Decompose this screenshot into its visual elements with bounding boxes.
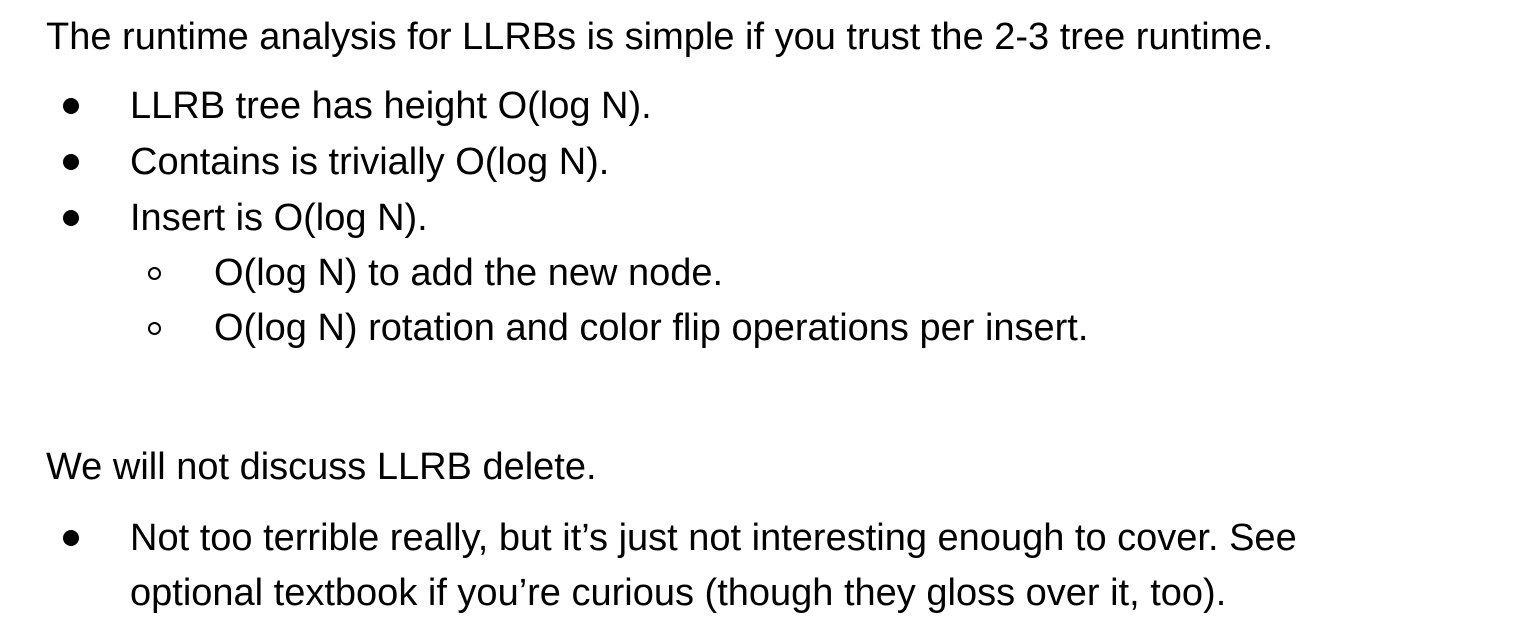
sub-bullet-item-add-node: O(log N) to add the new node. <box>214 252 724 294</box>
bullet-icon <box>63 154 79 170</box>
delete-paragraph: We will not discuss LLRB delete. <box>46 446 597 488</box>
bullet-item-contains: Contains is trivially O(log N). <box>130 141 610 183</box>
sub-bullet-item-rotation: O(log N) rotation and color flip operati… <box>214 307 1089 349</box>
sub-bullet-icon <box>148 267 161 280</box>
bullet-item-height: LLRB tree has height O(log N). <box>130 85 652 127</box>
slide: The runtime analysis for LLRBs is simple… <box>0 0 1532 634</box>
sub-bullet-icon <box>148 322 161 335</box>
intro-paragraph: The runtime analysis for LLRBs is simple… <box>46 16 1274 58</box>
bullet-item-delete-line1: Not too terrible really, but it’s just n… <box>130 517 1297 559</box>
bullet-icon <box>63 530 79 546</box>
bullet-icon <box>63 210 79 226</box>
bullet-item-insert: Insert is O(log N). <box>130 197 428 239</box>
bullet-item-delete-line2: optional textbook if you’re curious (tho… <box>130 572 1227 614</box>
bullet-icon <box>63 98 79 114</box>
